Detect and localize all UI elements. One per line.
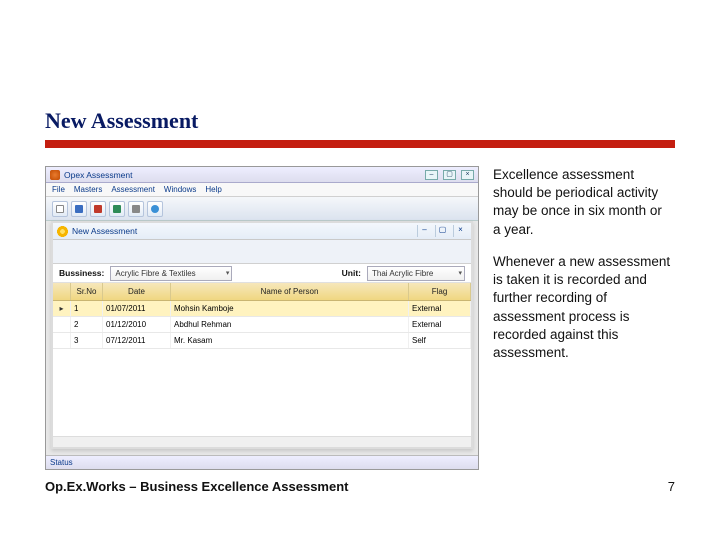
child-toolbar	[53, 240, 471, 264]
page-number: 7	[668, 479, 675, 494]
cell-flag: Self	[409, 333, 471, 348]
cell-sr: 2	[71, 317, 103, 332]
row-indicator-icon: ▸	[53, 301, 71, 316]
table-row[interactable]: ▸ 1 01/07/2011 Mohsin Kamboje External	[53, 301, 471, 317]
help-icon[interactable]	[147, 201, 163, 217]
main-window-title: Opex Assessment	[64, 170, 133, 180]
filter-row: Bussiness: Acrylic Fibre & Textiles Unit…	[53, 264, 471, 283]
main-statusbar: Status	[46, 455, 478, 469]
divider-bar	[45, 140, 675, 148]
child-minimize-button[interactable]: –	[417, 225, 431, 237]
cell-flag: External	[409, 317, 471, 332]
menu-help[interactable]: Help	[205, 185, 221, 194]
cell-name: Mohsin Kamboje	[171, 301, 409, 316]
col-srno: Sr.No	[71, 283, 103, 300]
menu-masters[interactable]: Masters	[74, 185, 102, 194]
delete-icon[interactable]	[90, 201, 106, 217]
business-label: Bussiness:	[59, 268, 104, 278]
child-window: New Assessment – ▢ × Bussiness:	[51, 221, 473, 449]
menu-file[interactable]: File	[52, 185, 65, 194]
child-titlebar: New Assessment – ▢ ×	[53, 223, 471, 240]
slide-body-text: Excellence assessment should be periodic…	[493, 166, 673, 470]
refresh-icon[interactable]	[109, 201, 125, 217]
child-maximize-button[interactable]: ▢	[435, 225, 449, 237]
close-button[interactable]: ×	[461, 170, 474, 180]
cell-flag: External	[409, 301, 471, 316]
table-row[interactable]: 2 01/12/2010 Abdhul Rehman External	[53, 317, 471, 333]
child-window-title: New Assessment	[72, 226, 137, 236]
menubar: File Masters Assessment Windows Help	[46, 183, 478, 197]
col-flag: Flag	[409, 283, 471, 300]
cell-sr: 1	[71, 301, 103, 316]
business-dropdown[interactable]: Acrylic Fibre & Textiles	[110, 266, 232, 281]
table-row[interactable]: 3 07/12/2011 Mr. Kasam Self	[53, 333, 471, 349]
col-date: Date	[103, 283, 171, 300]
footer-text: Op.Ex.Works – Business Excellence Assess…	[45, 479, 348, 494]
slide-title: New Assessment	[45, 0, 675, 134]
menu-windows[interactable]: Windows	[164, 185, 196, 194]
cell-name: Abdhul Rehman	[171, 317, 409, 332]
main-titlebar: Opex Assessment – ▢ ×	[46, 167, 478, 183]
app-screenshot: Opex Assessment – ▢ × File Masters Asses…	[45, 166, 479, 470]
new-icon[interactable]	[52, 201, 68, 217]
grid-header: Sr.No Date Name of Person Flag	[53, 283, 471, 301]
minimize-button[interactable]: –	[425, 170, 438, 180]
cell-sr: 3	[71, 333, 103, 348]
star-icon	[57, 226, 68, 237]
paragraph-2: Whenever a new assessment is taken it is…	[493, 253, 673, 362]
cell-date: 01/07/2011	[103, 301, 171, 316]
unit-dropdown[interactable]: Thai Acrylic Fibre	[367, 266, 465, 281]
menu-assessment[interactable]: Assessment	[111, 185, 155, 194]
maximize-button[interactable]: ▢	[443, 170, 456, 180]
child-close-button[interactable]: ×	[453, 225, 467, 237]
app-icon	[50, 170, 60, 180]
cell-date: 01/12/2010	[103, 317, 171, 332]
unit-label: Unit:	[342, 268, 361, 278]
main-toolbar	[46, 197, 478, 221]
save-icon[interactable]	[71, 201, 87, 217]
child-statusbar	[53, 436, 471, 447]
col-name: Name of Person	[171, 283, 409, 300]
print-icon[interactable]	[128, 201, 144, 217]
paragraph-1: Excellence assessment should be periodic…	[493, 166, 673, 239]
cell-date: 07/12/2011	[103, 333, 171, 348]
cell-name: Mr. Kasam	[171, 333, 409, 348]
